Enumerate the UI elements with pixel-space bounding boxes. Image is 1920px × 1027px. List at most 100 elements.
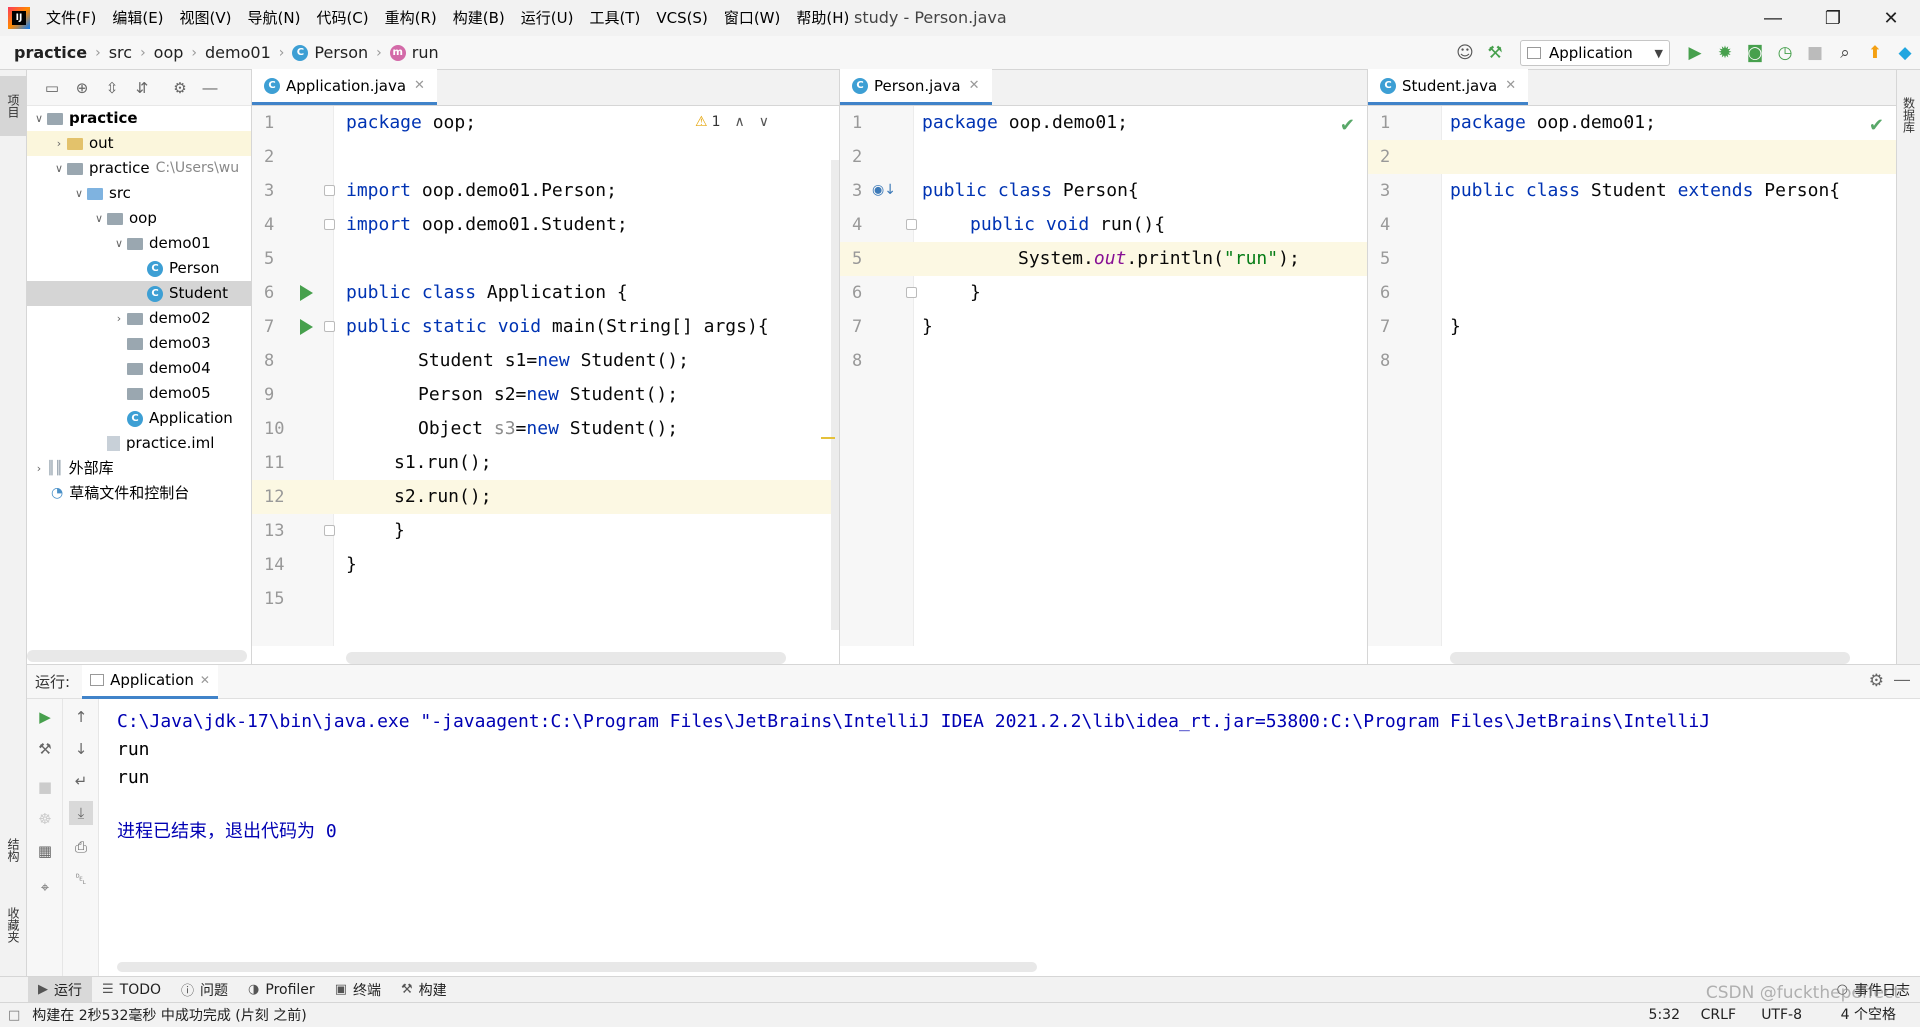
chevron-down-icon[interactable]: ∨ xyxy=(51,156,67,181)
tool-tab-profiler[interactable]: ◑ Profiler xyxy=(238,977,325,1003)
restore-icon[interactable]: ❐ xyxy=(1810,0,1856,36)
close-icon[interactable]: ✕ xyxy=(1868,0,1914,36)
hide-icon[interactable]: ― xyxy=(195,73,225,103)
code-line[interactable]: s1.run(); xyxy=(394,446,492,480)
menu-help[interactable]: 帮助(H) xyxy=(788,0,857,36)
chevron-right-icon[interactable]: › xyxy=(51,131,67,156)
database-tool-tab[interactable]: 数据库 xyxy=(1897,80,1920,150)
gear-icon[interactable]: ⚙ xyxy=(165,73,195,103)
breadcrumb-oop[interactable]: oop xyxy=(154,43,184,62)
locate-icon[interactable]: ⊕ xyxy=(67,73,97,103)
code-line[interactable]: public class Application { xyxy=(346,276,628,310)
code-line[interactable]: package oop.demo01; xyxy=(1450,106,1656,140)
tree-item-demo05[interactable]: demo05 xyxy=(27,381,251,406)
run-gutter-icon[interactable] xyxy=(300,285,313,301)
status-message[interactable]: 构建在 2秒532毫秒 中成功完成 (片刻 之前) xyxy=(32,1005,306,1025)
favorites-tool-tab[interactable]: 收藏夹 xyxy=(0,890,27,960)
tool-tab-problems[interactable]: ⓘ 问题 xyxy=(171,977,238,1003)
search-icon[interactable]: ⌕ xyxy=(1830,38,1860,68)
project-view-icon[interactable]: ▭ xyxy=(37,73,67,103)
menu-tools[interactable]: 工具(T) xyxy=(581,0,648,36)
menu-file[interactable]: 文件(F) xyxy=(38,0,104,36)
chevron-down-icon[interactable]: ∨ xyxy=(91,206,107,231)
close-tab-icon[interactable]: ✕ xyxy=(414,78,425,93)
chevron-down-icon[interactable]: ∨ xyxy=(759,114,769,130)
stop-icon[interactable]: ■ xyxy=(33,775,57,799)
arrow-down-icon[interactable]: ↓ xyxy=(69,737,93,761)
layout-icon[interactable]: ▦ xyxy=(33,839,57,863)
tool-tab-build[interactable]: ⚒ 构建 xyxy=(391,977,457,1003)
project-tool-tab[interactable]: 项目 xyxy=(0,76,27,136)
fold-icon[interactable] xyxy=(324,219,335,230)
caret-position[interactable]: 5:32 xyxy=(1649,1003,1680,1027)
breadcrumb-src[interactable]: src xyxy=(109,43,132,62)
debug-icon[interactable]: ✹ xyxy=(1710,38,1740,68)
tree-item-out[interactable]: › out xyxy=(27,131,251,156)
tree-item-student[interactable]: C Student xyxy=(27,281,251,306)
update-icon[interactable]: ⬆ xyxy=(1860,38,1890,68)
code-line[interactable]: package oop.demo01; xyxy=(922,106,1128,140)
tab-person-java[interactable]: C Person.java ✕ xyxy=(840,69,992,105)
expand-all-icon[interactable]: ⇳ xyxy=(97,73,127,103)
pin-icon[interactable]: ⌖ xyxy=(33,875,57,899)
build-hammer-icon[interactable]: ⚒ xyxy=(1480,38,1510,68)
code-line[interactable]: } xyxy=(922,310,933,344)
coverage-icon[interactable]: ◙ xyxy=(1740,38,1770,68)
line-separator[interactable]: CRLF xyxy=(1701,1003,1736,1027)
arrow-up-icon[interactable]: ↑ xyxy=(69,705,93,729)
tree-item-oop[interactable]: ∨ oop xyxy=(27,206,251,231)
no-problems-check-icon[interactable]: ✔ xyxy=(1340,115,1355,136)
tool-tab-run[interactable]: ▶ 运行 xyxy=(28,976,92,1003)
breadcrumb-person[interactable]: C Person xyxy=(292,43,368,62)
run-icon[interactable]: ▶ xyxy=(1680,38,1710,68)
intellij-logo-icon[interactable]: IJ xyxy=(8,7,30,29)
minimize-icon[interactable]: ― xyxy=(1750,0,1796,36)
stop-icon[interactable]: ■ xyxy=(1800,38,1830,68)
dump-threads-icon[interactable]: ☸ xyxy=(33,807,57,831)
tree-item-demo01[interactable]: ∨ demo01 xyxy=(27,231,251,256)
tab-application-java[interactable]: C Application.java ✕ xyxy=(252,69,437,105)
run-gutter-icon[interactable] xyxy=(300,319,313,335)
print-icon[interactable]: ⎙ xyxy=(69,835,93,859)
breadcrumb-run[interactable]: m run xyxy=(389,43,439,62)
menu-navigate[interactable]: 导航(N) xyxy=(240,0,309,36)
tree-item-practice-module[interactable]: ∨ practice C:\Users\wu xyxy=(27,156,251,181)
rerun-icon[interactable]: ▶ xyxy=(33,705,57,729)
gear-icon[interactable]: ⚙ xyxy=(1869,671,1884,691)
user-icon[interactable]: ☺ xyxy=(1450,38,1480,68)
menu-view[interactable]: 视图(V) xyxy=(172,0,240,36)
status-toggle-icon[interactable]: □ xyxy=(8,1008,20,1023)
code-line[interactable]: } xyxy=(1450,310,1461,344)
structure-tool-tab[interactable]: 结构 xyxy=(0,820,27,880)
tree-item-practice-root[interactable]: ∨ practice xyxy=(27,106,251,131)
breadcrumb-project[interactable]: practice xyxy=(14,43,87,62)
menu-refactor[interactable]: 重构(R) xyxy=(377,0,445,36)
file-encoding[interactable]: UTF-8 xyxy=(1761,1003,1802,1027)
tree-item-demo03[interactable]: demo03 xyxy=(27,331,251,356)
indent-setting[interactable]: 4 个空格 xyxy=(1841,1003,1896,1027)
implemented-icon[interactable]: ◉↓ xyxy=(872,182,896,198)
run-config-select[interactable]: Application ▼ xyxy=(1520,40,1670,66)
close-tab-icon[interactable]: ✕ xyxy=(200,673,210,687)
tool-tab-todo[interactable]: ☰ TODO xyxy=(92,977,171,1003)
tool-tab-terminal[interactable]: ▣ 终端 xyxy=(325,977,391,1003)
run-tab-application[interactable]: Application ✕ xyxy=(82,664,218,699)
code-line[interactable]: s2.run(); xyxy=(394,480,492,514)
code-line[interactable]: Student s1=new Student(); xyxy=(418,344,689,378)
fold-icon[interactable] xyxy=(324,525,335,536)
menu-run[interactable]: 运行(U) xyxy=(513,0,582,36)
menu-vcs[interactable]: VCS(S) xyxy=(648,0,715,36)
no-problems-check-icon[interactable]: ✔ xyxy=(1869,115,1884,136)
menu-build[interactable]: 构建(B) xyxy=(445,0,513,36)
fold-icon[interactable] xyxy=(906,219,917,230)
tree-item-scratches[interactable]: ◔ 草稿文件和控制台 xyxy=(27,481,251,506)
tab-student-java[interactable]: C Student.java ✕ xyxy=(1368,69,1529,105)
chevron-down-icon[interactable]: ∨ xyxy=(71,181,87,206)
menu-window[interactable]: 窗口(W) xyxy=(716,0,789,36)
scroll-to-end-icon[interactable]: ⤓ xyxy=(69,801,93,825)
chevron-down-icon[interactable]: ∨ xyxy=(31,106,47,131)
tree-item-src[interactable]: ∨ src xyxy=(27,181,251,206)
chevron-up-icon[interactable]: ∧ xyxy=(735,114,745,130)
code-line[interactable]: import oop.demo01.Student; xyxy=(346,208,628,242)
menu-edit[interactable]: 编辑(E) xyxy=(104,0,171,36)
